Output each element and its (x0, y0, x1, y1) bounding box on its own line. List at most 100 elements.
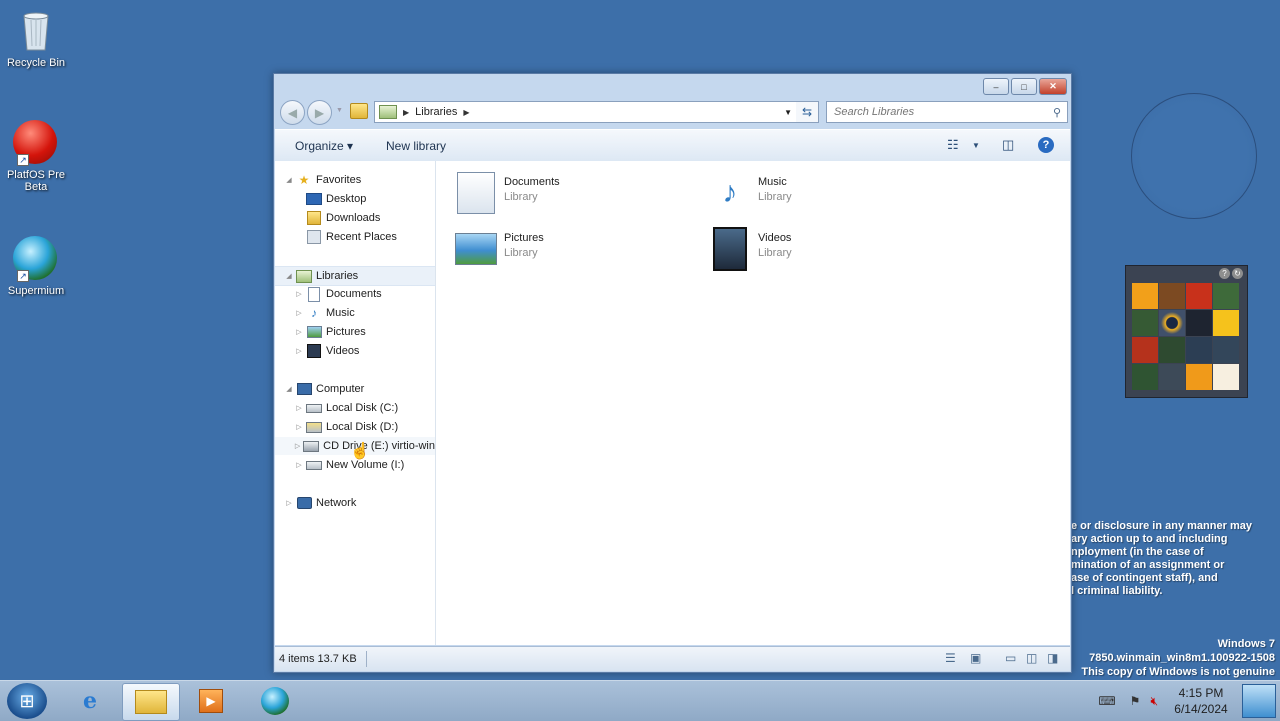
tree-item-computer[interactable]: ◢ Computer (275, 380, 435, 398)
large-icons-view-icon[interactable]: ▣ (970, 651, 981, 665)
start-button[interactable]: ⊞ (7, 683, 47, 719)
expand-icon[interactable]: ▷ (294, 328, 304, 336)
puzzle-tile[interactable] (1186, 310, 1212, 336)
expand-icon[interactable]: ▷ (294, 309, 304, 317)
explorer-window[interactable]: – □ ✕ ◀ ▶ ▼ ▶ Libraries ▶ ▼ ⇆ ⚲ Organize… (273, 73, 1072, 673)
tree-item-local-disk-d[interactable]: ▷ Local Disk (D:) (275, 418, 435, 436)
tree-label: Recent Places (326, 231, 397, 243)
puzzle-tile[interactable] (1132, 364, 1158, 390)
library-item-videos[interactable]: Videos Library (706, 225, 792, 273)
desktop-icon-supermium[interactable]: ↗ Supermium (0, 236, 72, 297)
expand-icon[interactable]: ▷ (294, 423, 304, 431)
network-icon (296, 496, 312, 510)
expand-icon[interactable]: ▷ (294, 290, 304, 298)
refresh-button[interactable]: ⇆ (796, 101, 819, 123)
puzzle-tile[interactable] (1159, 310, 1185, 336)
desktop-icon-recycle-bin[interactable]: Recycle Bin (0, 8, 72, 69)
tree-label: Music (326, 307, 355, 319)
recent-pages-dropdown[interactable]: ▼ (336, 107, 343, 114)
volume-muted-icon[interactable]: 🔇︎ (1150, 694, 1158, 709)
breadcrumb-separator-icon[interactable]: ▶ (403, 108, 409, 117)
tree-item-local-disk-c[interactable]: ▷ Local Disk (C:) (275, 399, 435, 417)
up-folder-icon[interactable] (350, 103, 368, 119)
navigation-pane[interactable]: ◢ ★ Favorites Desktop Downloads Recent P… (275, 161, 436, 645)
tree-item-videos[interactable]: ▷ Videos (275, 342, 435, 360)
preview-pane-icon[interactable]: ◫ (1002, 137, 1014, 153)
puzzle-tile[interactable] (1213, 283, 1239, 309)
expand-icon[interactable]: ▷ (294, 404, 304, 412)
puzzle-tile[interactable] (1159, 337, 1185, 363)
tree-item-downloads[interactable]: Downloads (275, 209, 435, 227)
expand-icon[interactable]: ▷ (294, 347, 304, 355)
breadcrumb-libraries[interactable]: Libraries (415, 106, 457, 118)
puzzle-tile[interactable] (1213, 364, 1239, 390)
puzzle-tile[interactable] (1213, 310, 1239, 336)
layout-split-icon[interactable]: ◫ (1026, 651, 1037, 665)
taskbar-internet-explorer[interactable]: e (62, 683, 118, 719)
picture-puzzle-gadget[interactable]: ? ↻ (1125, 265, 1248, 398)
puzzle-reset-icon[interactable]: ↻ (1232, 268, 1243, 279)
expand-icon[interactable]: ▷ (284, 499, 294, 507)
file-list[interactable]: Documents Library ♪ Music Library Pictures… (436, 161, 1070, 645)
minimize-button[interactable]: – (983, 78, 1009, 95)
show-desktop-button[interactable] (1242, 684, 1276, 718)
tree-item-network[interactable]: ▷ Network (275, 494, 435, 512)
collapse-icon[interactable]: ◢ (284, 176, 294, 184)
search-icon[interactable]: ⚲ (1053, 106, 1061, 119)
tree-item-favorites[interactable]: ◢ ★ Favorites (275, 171, 435, 189)
library-item-pictures[interactable]: Pictures Library (452, 225, 544, 273)
new-library-button[interactable]: New library (386, 139, 446, 153)
tree-item-recent-places[interactable]: Recent Places (275, 228, 435, 246)
change-view-icon[interactable]: ☷ (947, 137, 959, 153)
maximize-button[interactable]: □ (1011, 78, 1037, 95)
tree-item-music[interactable]: ▷ ♪ Music (275, 304, 435, 322)
action-center-flag-icon[interactable]: ⚑ (1130, 694, 1141, 708)
expand-icon[interactable]: ▷ (294, 442, 301, 450)
forward-button[interactable]: ▶ (307, 100, 332, 125)
view-dropdown-icon[interactable]: ▼ (972, 141, 980, 150)
puzzle-tile[interactable] (1132, 310, 1158, 336)
library-type: Library (758, 191, 792, 203)
keyboard-icon[interactable]: ⌨ (1098, 694, 1115, 708)
tree-item-desktop[interactable]: Desktop (275, 190, 435, 208)
library-item-documents[interactable]: Documents Library (452, 169, 560, 217)
details-view-icon[interactable]: ☰ (945, 651, 956, 665)
layout-single-icon[interactable]: ▭ (1005, 651, 1016, 665)
collapse-icon[interactable]: ◢ (284, 272, 294, 280)
desktop-icon-platfos[interactable]: ↗ PlatfOS Pre Beta (0, 120, 72, 193)
breadcrumb-separator-icon[interactable]: ▶ (463, 108, 469, 117)
taskbar-media-player[interactable]: ▶ (183, 683, 239, 719)
close-button[interactable]: ✕ (1039, 78, 1067, 95)
layout-preview-icon[interactable]: ◨ (1047, 651, 1058, 665)
organize-menu[interactable]: Organize ▾ (295, 139, 353, 153)
taskbar-supermium[interactable] (247, 683, 303, 719)
clock[interactable]: 4:15 PM 6/14/2024 (1168, 685, 1234, 717)
tree-item-libraries[interactable]: ◢ Libraries (275, 266, 435, 286)
address-bar[interactable]: ▶ Libraries ▶ ▼ (374, 101, 798, 123)
taskbar-windows-explorer[interactable] (122, 683, 180, 721)
search-input[interactable] (827, 105, 1053, 119)
collapse-icon[interactable]: ◢ (284, 385, 294, 393)
back-button[interactable]: ◀ (280, 100, 305, 125)
puzzle-tile[interactable] (1159, 283, 1185, 309)
back-arrow-icon: ◀ (287, 105, 298, 120)
puzzle-tile[interactable] (1186, 364, 1212, 390)
recycle-bin-icon (13, 8, 59, 54)
search-box[interactable]: ⚲ (826, 101, 1068, 123)
puzzle-tile[interactable] (1159, 364, 1185, 390)
puzzle-tile[interactable] (1186, 337, 1212, 363)
puzzle-tile[interactable] (1186, 283, 1212, 309)
address-dropdown-icon[interactable]: ▼ (784, 108, 792, 117)
puzzle-tile[interactable] (1213, 337, 1239, 363)
clock-gadget[interactable] (1131, 93, 1257, 219)
expand-icon[interactable]: ▷ (294, 461, 304, 469)
puzzle-tile[interactable] (1132, 283, 1158, 309)
puzzle-tile[interactable] (1132, 337, 1158, 363)
tree-item-pictures[interactable]: ▷ Pictures (275, 323, 435, 341)
library-item-music[interactable]: ♪ Music Library (706, 169, 792, 217)
tree-label: Videos (326, 345, 360, 357)
puzzle-help-icon[interactable]: ? (1219, 268, 1230, 279)
tree-item-documents[interactable]: ▷ Documents (275, 285, 435, 303)
help-icon[interactable]: ? (1038, 137, 1054, 153)
folder-icon (135, 690, 167, 714)
